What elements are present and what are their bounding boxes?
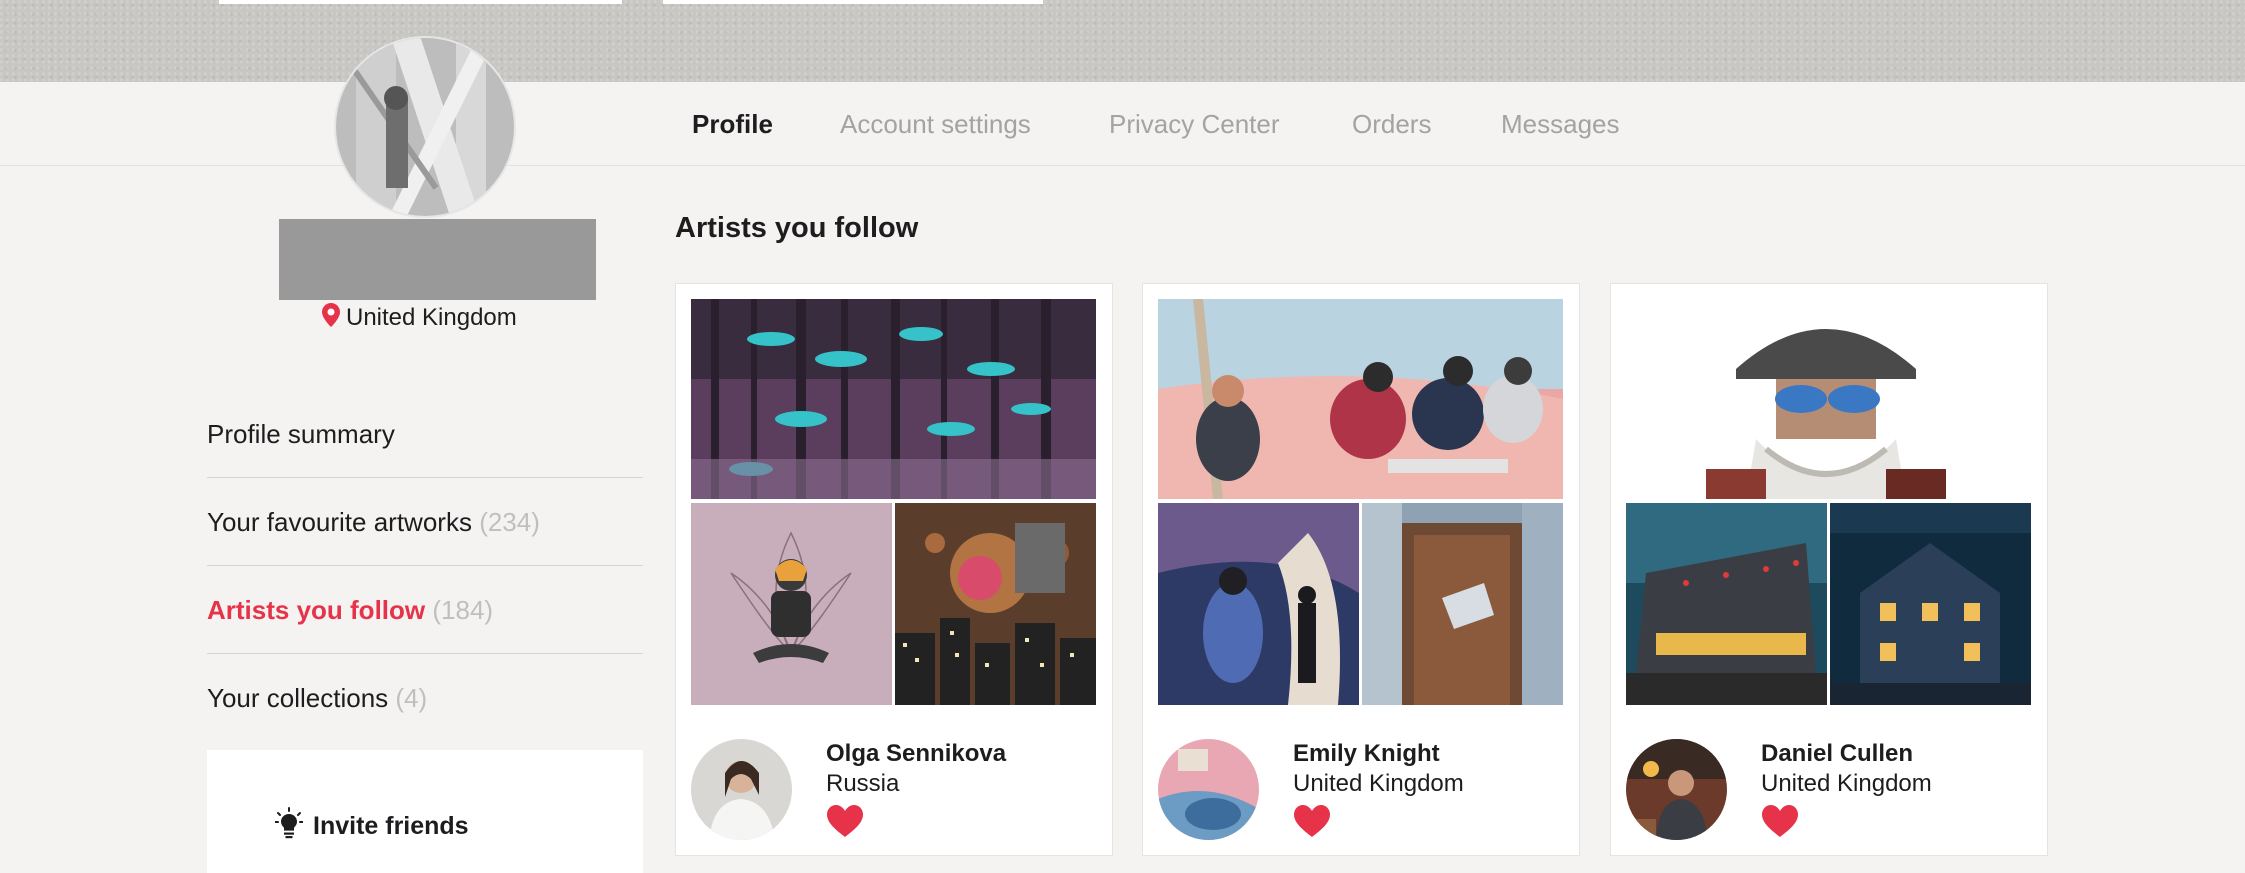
profile-avatar[interactable] xyxy=(334,36,516,218)
artist-country: Russia xyxy=(826,770,900,797)
side-item-label: Artists you follow xyxy=(207,595,426,625)
artwork-thumbnail[interactable] xyxy=(691,503,892,705)
lightbulb-icon xyxy=(274,806,304,846)
artwork-thumbnail[interactable] xyxy=(1158,299,1563,499)
artwork-thumbnail[interactable] xyxy=(1626,299,2031,499)
artist-name[interactable]: Emily Knight xyxy=(1293,740,1440,768)
artwork-thumbnail[interactable] xyxy=(691,299,1096,499)
map-pin-icon xyxy=(322,302,340,334)
profile-side-menu: Profile summary Your favourite artworks … xyxy=(207,390,643,742)
tab-orders[interactable]: Orders xyxy=(1352,82,1431,166)
artist-card[interactable]: Daniel Cullen United Kingdom xyxy=(1610,283,2048,856)
artist-country: United Kingdom xyxy=(1293,770,1464,797)
page: Profile Account settings Privacy Center … xyxy=(0,0,2245,873)
artist-name[interactable]: Daniel Cullen xyxy=(1761,740,1913,768)
artist-country: United Kingdom xyxy=(1761,770,1932,797)
side-item-collections[interactable]: Your collections (4) xyxy=(207,654,643,742)
heart-icon[interactable] xyxy=(826,804,864,838)
tab-profile[interactable]: Profile xyxy=(692,82,773,166)
side-item-artists-you-follow[interactable]: Artists you follow (184) xyxy=(207,566,643,654)
artwork-thumbnail[interactable] xyxy=(1158,503,1359,705)
artwork-thumbnail[interactable] xyxy=(1626,503,1827,705)
location-text: United Kingdom xyxy=(346,304,517,331)
artist-avatar[interactable] xyxy=(691,739,792,840)
side-item-label: Your collections xyxy=(207,683,389,713)
side-item-count: (184) xyxy=(432,595,494,625)
banner-tab-stub xyxy=(219,0,622,4)
tab-privacy-center[interactable]: Privacy Center xyxy=(1109,82,1280,166)
artist-name[interactable]: Olga Sennikova xyxy=(826,740,1006,768)
side-item-count: (4) xyxy=(395,683,428,713)
side-item-label: Profile summary xyxy=(207,419,395,449)
name-redacted xyxy=(279,219,596,300)
side-item-label: Your favourite artworks xyxy=(207,507,472,537)
profile-banner xyxy=(0,0,2245,82)
artist-avatar[interactable] xyxy=(1158,739,1259,840)
invite-box: Invite friends xyxy=(207,750,643,873)
artwork-thumbnail[interactable] xyxy=(1362,503,1563,705)
invite-friends-button[interactable]: Invite friends xyxy=(274,806,469,846)
artist-avatar[interactable] xyxy=(1626,739,1727,840)
banner-tab-stub xyxy=(663,0,1043,4)
artwork-thumbnail[interactable] xyxy=(895,503,1096,705)
side-item-favourite-artworks[interactable]: Your favourite artworks (234) xyxy=(207,478,643,566)
heart-icon[interactable] xyxy=(1293,804,1331,838)
side-item-profile-summary[interactable]: Profile summary xyxy=(207,390,643,478)
tab-account-settings[interactable]: Account settings xyxy=(840,82,1031,166)
side-item-count: (234) xyxy=(479,507,540,537)
tab-messages[interactable]: Messages xyxy=(1501,82,1620,166)
invite-friends-label: Invite friends xyxy=(313,811,469,840)
artist-card[interactable]: Olga Sennikova Russia xyxy=(675,283,1113,856)
heart-icon[interactable] xyxy=(1761,804,1799,838)
artwork-thumbnail[interactable] xyxy=(1830,503,2031,705)
artist-card[interactable]: Emily Knight United Kingdom xyxy=(1142,283,1580,856)
profile-location: United Kingdom xyxy=(322,302,517,334)
section-title: Artists you follow xyxy=(675,212,919,244)
